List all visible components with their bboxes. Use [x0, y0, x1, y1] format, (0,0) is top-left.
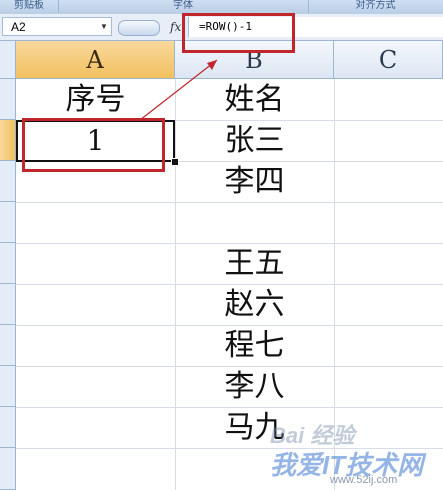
annotation-arrow [139, 59, 218, 121]
watermark-url: www.52ij.com [330, 474, 398, 486]
